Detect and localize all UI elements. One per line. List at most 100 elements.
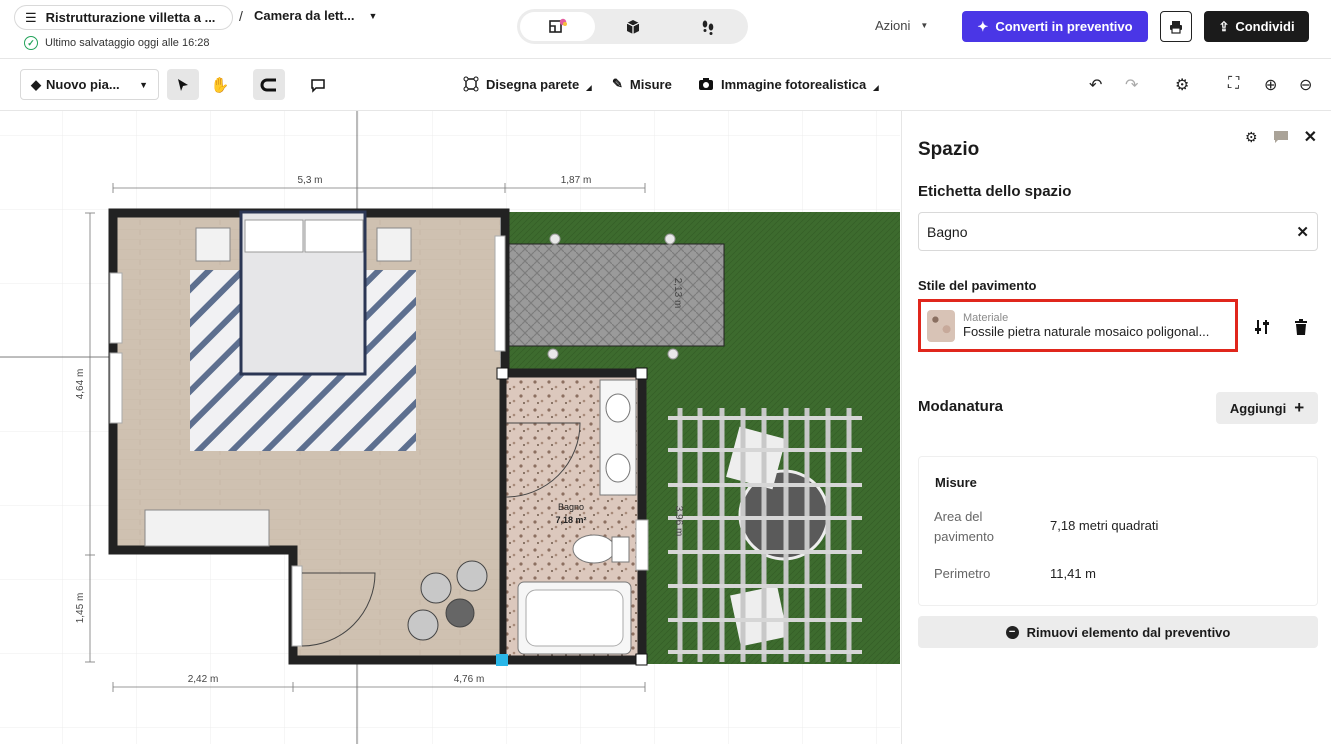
magnet-icon — [260, 78, 276, 91]
room-label: Bagno — [558, 502, 584, 512]
ruler-icon: ✎ — [612, 76, 623, 91]
dim-top-2: 1,87 m — [561, 175, 592, 186]
settings-gear-icon[interactable]: ⚙ — [1175, 75, 1189, 95]
close-icon[interactable]: ✕ — [1304, 127, 1317, 147]
floorplan-2d-icon — [548, 18, 567, 33]
trash-icon[interactable] — [1293, 318, 1309, 336]
area-label: Area del pavimento — [934, 509, 994, 544]
breadcrumb-separator: / — [239, 8, 243, 24]
plus-icon: + — [1294, 398, 1305, 417]
actions-menu[interactable]: Azioni ▼ — [875, 18, 928, 33]
upload-icon: ⇪ — [1218, 18, 1230, 34]
top-bar: ☰ Ristrutturazione villetta a ... / Came… — [0, 0, 1331, 59]
add-molding-button[interactable]: Aggiungi + — [1216, 392, 1318, 424]
dim-left-1: 4,64 m — [75, 369, 86, 400]
print-button[interactable] — [1160, 11, 1192, 42]
space-label-input[interactable]: Bagno ✕ — [918, 212, 1318, 251]
photo-render-tool[interactable]: Immagine fotorealistica ◢ — [698, 76, 879, 92]
share-label: Condividi — [1235, 19, 1295, 34]
comment-tool-button[interactable] — [302, 69, 334, 100]
material-name: Fossile pietra naturale mosaico poligona… — [963, 324, 1210, 339]
menu-icon: ☰ — [25, 9, 37, 25]
floorplan-canvas[interactable]: 5,3 m 1,87 m 4,64 m 1,45 m 2,42 m 4,76 m… — [0, 111, 900, 744]
chevron-down-icon: ▼ — [139, 79, 148, 90]
cube-icon — [626, 19, 639, 34]
measures-title: Misure — [935, 475, 977, 490]
minus-circle-icon: − — [1005, 625, 1019, 639]
footsteps-icon — [702, 20, 713, 35]
project-breadcrumb[interactable]: ☰ Ristrutturazione villetta a ... — [14, 5, 233, 30]
photo-label: Immagine fotorealistica — [721, 76, 867, 92]
view-3d-button[interactable] — [595, 12, 670, 41]
properties-panel: ⚙ ✕ Spazio Etichetta dello spazio Bagno … — [901, 111, 1331, 744]
remove-from-quote-button[interactable]: − Rimuovi elemento dal preventivo — [918, 616, 1318, 648]
perimeter-value: 11,41 m — [1050, 566, 1097, 581]
editor-toolbar: ◆ Nuovo pia... ▼ ✋ Disegna parete ◢ ✎ Mi… — [0, 59, 1331, 111]
convert-to-quote-button[interactable]: ✦ Converti in preventivo — [962, 11, 1148, 42]
redo-icon[interactable]: ↷ — [1125, 75, 1138, 95]
measure-label: Misure — [629, 76, 672, 92]
measure-tool[interactable]: ✎ Misure — [612, 76, 672, 92]
add-label: Aggiungi — [1229, 400, 1287, 416]
dim-patio: 2,13 m — [672, 278, 683, 309]
zoom-out-icon[interactable]: ⊖ — [1299, 75, 1312, 95]
check-icon: ✓ — [24, 36, 38, 50]
area-value: 7,18 metri quadrati — [1050, 518, 1159, 533]
room-breadcrumb[interactable]: Camera da lett... ▼ — [254, 8, 377, 23]
dim-top-1: 5,3 m — [297, 175, 322, 186]
room-area-label: 7,18 m² — [555, 515, 586, 525]
save-status: ✓ Ultimo salvataggio oggi alle 16:28 — [24, 36, 210, 50]
cursor-arrow-icon — [178, 78, 188, 91]
convert-label: Converti in preventivo — [995, 19, 1133, 34]
hand-icon: ✋ — [210, 76, 230, 94]
select-tool-button[interactable] — [167, 69, 199, 100]
settings-gear-icon[interactable]: ⚙ — [1245, 129, 1258, 146]
undo-icon[interactable]: ↶ — [1089, 75, 1102, 95]
remove-label: Rimuovi elemento dal preventivo — [1026, 624, 1231, 640]
clear-icon[interactable]: ✕ — [1296, 223, 1309, 241]
material-thumbnail — [927, 309, 955, 342]
panel-icons: ⚙ ✕ — [1245, 127, 1317, 147]
space-label-title: Etichetta dello spazio — [918, 183, 1072, 200]
patio-area — [507, 243, 725, 347]
project-name: Ristrutturazione villetta a ... — [45, 10, 216, 25]
floor-selector[interactable]: ◆ Nuovo pia... ▼ — [20, 69, 159, 100]
molding-title: Modanatura — [918, 398, 1004, 415]
corner-dropdown-icon: ◢ — [873, 85, 879, 92]
space-label-value: Bagno — [927, 223, 968, 240]
material-text: Materiale Fossile pietra naturale mosaic… — [963, 312, 1229, 339]
pan-tool-button[interactable]: ✋ — [204, 69, 236, 100]
zoom-in-icon[interactable]: ⊕ — [1264, 75, 1277, 95]
comment-icon[interactable] — [1273, 130, 1289, 144]
view-2d-button[interactable] — [520, 12, 595, 41]
floor-style-title: Stile del pavimento — [918, 278, 1037, 293]
panel-title: Spazio — [918, 139, 980, 160]
chevron-down-icon: ▼ — [920, 21, 929, 30]
share-button[interactable]: ⇪ Condividi — [1204, 11, 1309, 42]
floorplan-drawing: 5,3 m 1,87 m 4,64 m 1,45 m 2,42 m 4,76 m… — [0, 111, 900, 744]
floor-label: Nuovo pia... — [46, 77, 120, 92]
perimeter-label: Perimetro — [934, 566, 991, 581]
draw-wall-tool[interactable]: Disegna parete ◢ — [463, 76, 592, 92]
room-name: Camera da lett... — [254, 8, 355, 23]
view-walkthrough-button[interactable] — [670, 12, 745, 41]
dim-bottom-2: 4,76 m — [454, 674, 485, 685]
layers-icon: ◆ — [31, 76, 41, 92]
comment-icon — [311, 78, 325, 93]
save-status-text: Ultimo salvataggio oggi alle 16:28 — [45, 37, 210, 49]
fit-view-icon[interactable]: ⛶ — [1228, 75, 1239, 93]
dim-bottom-1: 2,42 m — [188, 674, 219, 685]
magnet-snap-button[interactable] — [253, 69, 285, 100]
measures-card: Misure Area del pavimento 7,18 metri qua… — [918, 456, 1318, 606]
polygon-icon — [463, 76, 479, 92]
corner-dropdown-icon: ◢ — [586, 85, 592, 92]
draw-wall-label: Disegna parete — [486, 76, 580, 92]
chevron-down-icon: ▼ — [368, 10, 378, 21]
actions-label: Azioni — [875, 18, 911, 33]
adjust-sliders-icon[interactable] — [1253, 318, 1271, 336]
material-caption: Materiale — [963, 312, 1009, 324]
printer-icon — [1170, 20, 1182, 34]
dim-left-2: 1,45 m — [75, 593, 86, 624]
camera-icon — [699, 78, 713, 90]
floor-material-selector[interactable]: Materiale Fossile pietra naturale mosaic… — [918, 299, 1238, 352]
